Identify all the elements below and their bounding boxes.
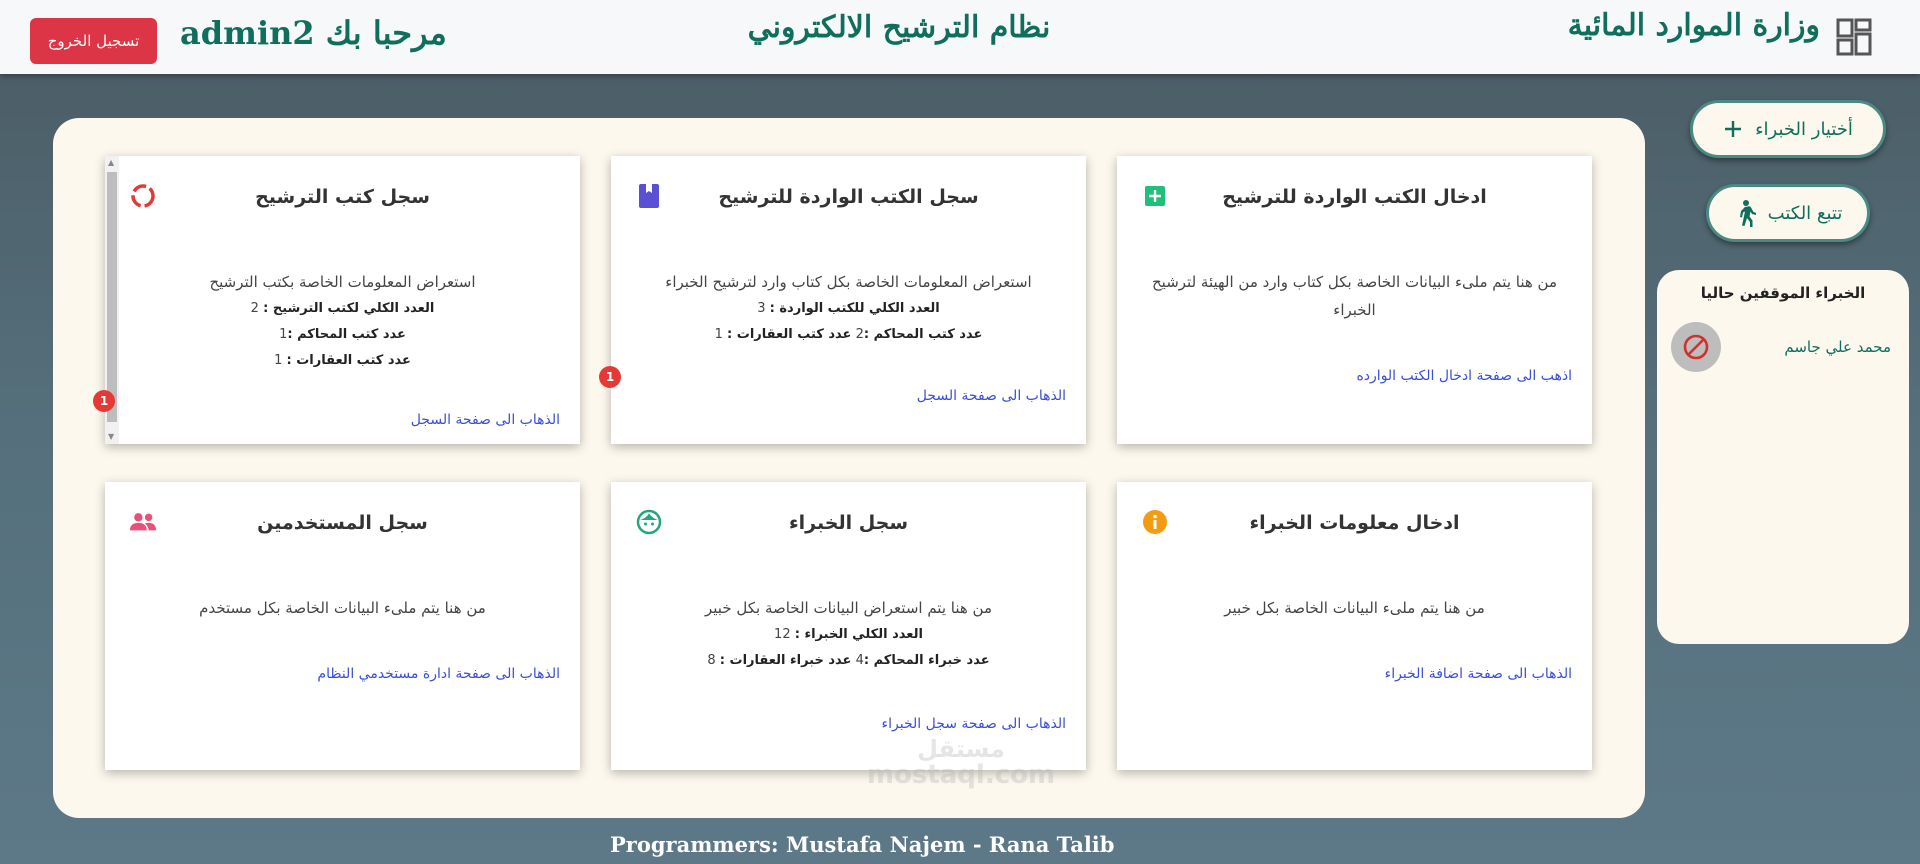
scroll-up-arrow-icon[interactable]: ▲ (108, 158, 114, 168)
stopped-experts-panel: الخبراء الموقفين حاليا محمد علي جاسم (1657, 270, 1909, 644)
ministry-name: وزارة الموارد المائية (1567, 8, 1820, 43)
card-users-log: سجل المستخدمين من هنا يتم ملىء البيانات … (105, 482, 580, 770)
watermark: مستقل mostaql.com (846, 736, 1076, 788)
plus-box-icon (1141, 182, 1169, 210)
welcome-message: مرحبا بك admin2 (180, 14, 447, 60)
donut-icon (129, 182, 157, 210)
info-icon (1141, 508, 1169, 536)
stat-value: 2 (250, 301, 259, 316)
watermark-latin: mostaql.com (866, 760, 1056, 790)
card-description: استعراض المعلومات الخاصة بكل كتاب وارد ل… (631, 268, 1066, 348)
stat-courts-realestate: عدد كتب المحاكم :2 عدد كتب العقارات : 1 (631, 322, 1066, 348)
card-nomination-books-log: ▲ ▼ سجل كتب الترشيح استعراض المعلومات ال… (93, 156, 580, 444)
stat-courts-realestate-experts: عدد خبراء المحاكم :4 عدد خبراء العقارات … (631, 648, 1066, 674)
card-description: من هنا يتم ملىء البيانات الخاصة بكل مستخ… (199, 599, 486, 617)
stat-total-nomination: العدد الكلي لكتب الترشيح : 2 (125, 296, 560, 322)
track-books-label: تتبع الكتب (1767, 202, 1843, 224)
card-description-text: استعراض المعلومات الخاصة بكل كتاب وارد ل… (665, 273, 1032, 291)
card-experts-log: سجل الخبراء من هنا يتم استعراض البيانات … (611, 482, 1086, 770)
logout-button[interactable]: تسجيل الخروج (30, 18, 157, 64)
go-to-users-admin-link[interactable]: الذهاب الى صفحة ادارة مستخدمي النظام (317, 666, 560, 682)
stat-label: عدد كتب العقارات : (727, 327, 852, 342)
stat-value: 1 (274, 353, 283, 368)
stat-value: 12 (774, 627, 791, 642)
go-to-experts-log-link[interactable]: الذهاب الى صفحة سجل الخبراء (882, 716, 1066, 732)
track-books-button[interactable]: تتبع الكتب (1706, 184, 1870, 242)
stopped-expert-name: محمد علي جاسم (1784, 338, 1891, 356)
footer-credits: Programmers: Mustafa Najem - Rana Talib (610, 832, 1115, 857)
app-title: نظام الترشيح الالكتروني (747, 10, 1051, 45)
stat-label: عدد خبراء العقارات : (719, 653, 852, 668)
book-icon (635, 182, 663, 210)
stopped-experts-title: الخبراء الموقفين حاليا (1700, 284, 1866, 302)
block-icon (1671, 322, 1721, 372)
stat-label: العدد الكلي لكتب الترشيح : (263, 301, 435, 316)
card-description: استعراض المعلومات الخاصة بكتب الترشيح ال… (125, 268, 560, 374)
stat-value: 2 (855, 327, 864, 342)
stopped-expert-item[interactable]: محمد علي جاسم (1671, 322, 1891, 372)
card-incoming-books-log: سجل الكتب الواردة للترشيح استعراض المعلو… (599, 156, 1086, 444)
card-title: سجل المستخدمين (257, 512, 428, 534)
dashboard-grid-icon[interactable] (1836, 18, 1872, 56)
card-description-text: استعراض المعلومات الخاصة بكتب الترشيح (209, 273, 476, 291)
notification-badge: 1 (599, 366, 621, 388)
card-title: سجل كتب الترشيح (255, 186, 430, 208)
card-title: ادخال الكتب الواردة للترشيح (1222, 186, 1487, 208)
go-to-add-experts-link[interactable]: الذهاب الى صفحة اضافة الخبراء (1385, 666, 1572, 682)
choose-experts-button[interactable]: أختيار الخبراء (1690, 100, 1886, 158)
card-description: من هنا يتم ملىء البيانات الخاصة بكل خبير (1224, 599, 1485, 617)
plus-icon (1725, 121, 1742, 137)
card-description: من هنا يتم استعراض البيانات الخاصة بكل خ… (631, 594, 1066, 674)
go-to-log-link[interactable]: الذهاب الى صفحة السجل (917, 388, 1066, 404)
stat-total-incoming: العدد الكلي للكتب الواردة : 3 (631, 296, 1066, 322)
go-to-add-incoming-link[interactable]: اذهب الى صفحة ادخال الكتب الوارده (1356, 368, 1572, 384)
card-description-text: من هنا يتم استعراض البيانات الخاصة بكل خ… (704, 599, 992, 617)
main-panel: ادخال الكتب الواردة للترشيح من هنا يتم م… (53, 118, 1645, 818)
scrollbar-thumb[interactable] (107, 172, 117, 422)
stat-total-experts: العدد الكلي الخبراء : 12 (631, 622, 1066, 648)
users-icon (129, 508, 157, 536)
stat-label: عدد خبراء المحاكم : (863, 653, 990, 668)
stat-value: 4 (855, 653, 864, 668)
username: admin2 (180, 14, 315, 52)
scroll-down-arrow-icon[interactable]: ▼ (108, 432, 114, 442)
stat-label: عدد كتب المحاكم : (863, 327, 983, 342)
watermark-arabic: مستقل (917, 735, 1005, 763)
stat-label: عدد كتب المحاكم : (287, 327, 406, 342)
walking-person-icon (1739, 200, 1756, 227)
go-to-log-link[interactable]: الذهاب الى صفحة السجل (411, 412, 560, 428)
choose-experts-label: أختيار الخبراء (1755, 118, 1853, 140)
stat-label: عدد كتب العقارات : (286, 353, 411, 368)
welcome-prefix: مرحبا بك (325, 14, 447, 52)
card-title: ادخال معلومات الخبراء (1249, 512, 1460, 534)
notification-badge: 1 (93, 390, 115, 412)
face-icon (635, 508, 663, 536)
stat-courts: عدد كتب المحاكم :1 (125, 322, 560, 348)
stat-value: 1 (714, 327, 723, 342)
top-header: تسجيل الخروج مرحبا بك admin2 نظام الترشي… (0, 0, 1920, 74)
stat-label: العدد الكلي الخبراء : (794, 627, 923, 642)
card-description: من هنا يتم ملىء البيانات الخاصة بكل كتاب… (1151, 273, 1557, 319)
card-add-incoming-books: ادخال الكتب الواردة للترشيح من هنا يتم م… (1117, 156, 1592, 444)
stat-realestate: عدد كتب العقارات : 1 (125, 348, 560, 374)
card-add-experts: ادخال معلومات الخبراء من هنا يتم ملىء ال… (1117, 482, 1592, 770)
card-title: سجل الكتب الواردة للترشيح (718, 186, 979, 208)
stat-label: العدد الكلي للكتب الواردة : (769, 301, 940, 316)
card-title: سجل الخبراء (788, 512, 909, 534)
stat-value: 3 (757, 301, 766, 316)
stat-value: 8 (707, 653, 716, 668)
